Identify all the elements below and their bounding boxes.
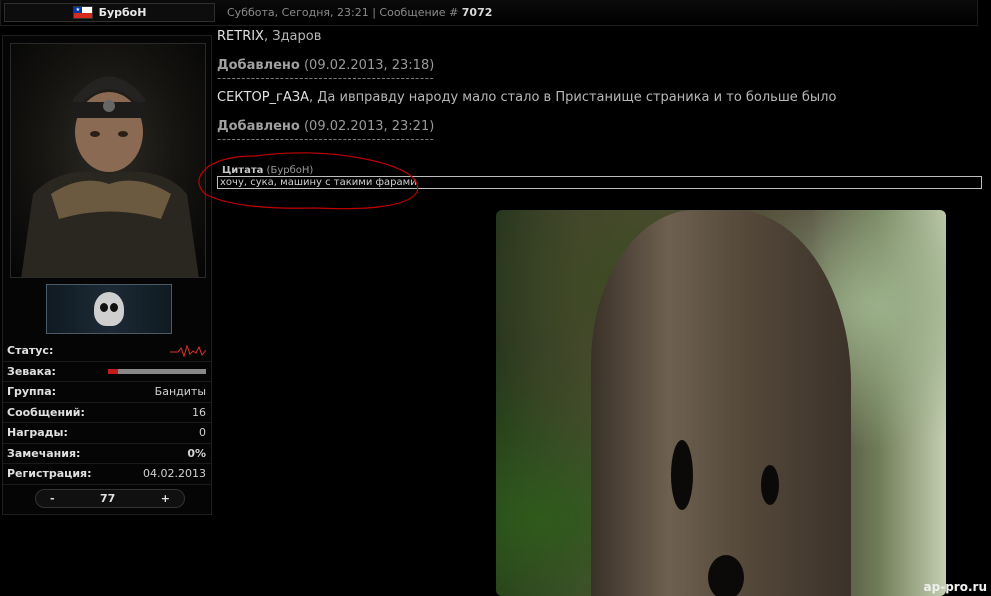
post-number[interactable]: 7072 (462, 6, 493, 19)
stat-value: 16 (192, 405, 206, 419)
tree-hollow (708, 555, 744, 596)
reputation-minus-button[interactable]: - (50, 492, 55, 505)
quote-block: хочу, сука, машину с такими фарами (217, 176, 982, 189)
post-line-1: RETRIX, Здаров (217, 29, 321, 44)
stat-label: Статус: (7, 344, 54, 358)
quote-title: Цитата (БурбоН) (222, 165, 313, 176)
stat-label: Зевака: (7, 364, 56, 378)
username[interactable]: БурбоН (99, 6, 147, 19)
stat-label: Регистрация: (7, 467, 92, 481)
post-label: Сообщение # (379, 6, 459, 19)
stat-label: Группа: (7, 385, 57, 399)
pulse-icon (170, 344, 206, 358)
stat-label: Награды: (7, 426, 68, 440)
stat-label: Замечания: (7, 446, 81, 460)
stat-status: Статус: (3, 341, 211, 362)
quote-label: Цитата (222, 165, 264, 176)
reputation-value: 77 (100, 492, 116, 505)
quote-author: (БурбоН) (263, 165, 314, 176)
separator: ----------------------------------------… (217, 132, 435, 146)
user-stats: Статус: Зевака: Группа: Бандиты Сообщени… (3, 341, 211, 485)
stat-registration: Регистрация: 04.02.2013 (3, 464, 211, 485)
post-line-2: СЕКТОР_гАЗА, Да ивправду народу мало ста… (217, 90, 836, 105)
username-box[interactable]: ★ БурбоН (4, 3, 215, 22)
user-sidebar: Статус: Зевака: Группа: Бандиты Сообщени… (2, 35, 212, 515)
post-text: , Да ивправду народу мало стало в Приста… (308, 90, 837, 105)
skull-badge (46, 284, 172, 334)
tree-hollow (671, 440, 693, 510)
avatar[interactable] (10, 43, 206, 278)
reputation-plus-button[interactable]: + (161, 492, 170, 505)
tree-photo[interactable] (496, 210, 946, 596)
stat-warnings: Замечания: 0% (3, 444, 211, 464)
reputation-control: - 77 + (35, 489, 185, 508)
post-header: ★ БурбоН Суббота, Сегодня, 23:21 | Сообщ… (0, 0, 978, 26)
stat-rank: Зевака: (3, 362, 211, 382)
tree-trunk (591, 210, 851, 596)
stat-label: Сообщений: (7, 405, 85, 419)
stat-awards: Награды: 0 (3, 423, 211, 444)
skull-icon (94, 292, 124, 326)
rank-progress-bar (108, 368, 206, 374)
tree-hollow (761, 465, 779, 505)
post-info: Суббота, Сегодня, 23:21 | Сообщение # 70… (227, 6, 493, 19)
separator: ----------------------------------------… (217, 71, 435, 85)
stat-value: 0% (187, 446, 206, 460)
stat-value: 04.02.2013 (143, 467, 206, 481)
post-date: Суббота, Сегодня, 23:21 (227, 6, 369, 19)
stat-posts: Сообщений: 16 (3, 403, 211, 423)
chile-flag-icon: ★ (72, 6, 93, 19)
mention-nick[interactable]: RETRIX (217, 29, 264, 44)
stat-group: Группа: Бандиты (3, 382, 211, 403)
watermark: ap-pro.ru (923, 580, 987, 594)
stat-value[interactable]: 0 (199, 426, 206, 439)
mention-nick[interactable]: СЕКТОР_гАЗА (217, 90, 309, 105)
post-text: , Здаров (263, 29, 322, 44)
stat-value: Бандиты (154, 385, 206, 399)
